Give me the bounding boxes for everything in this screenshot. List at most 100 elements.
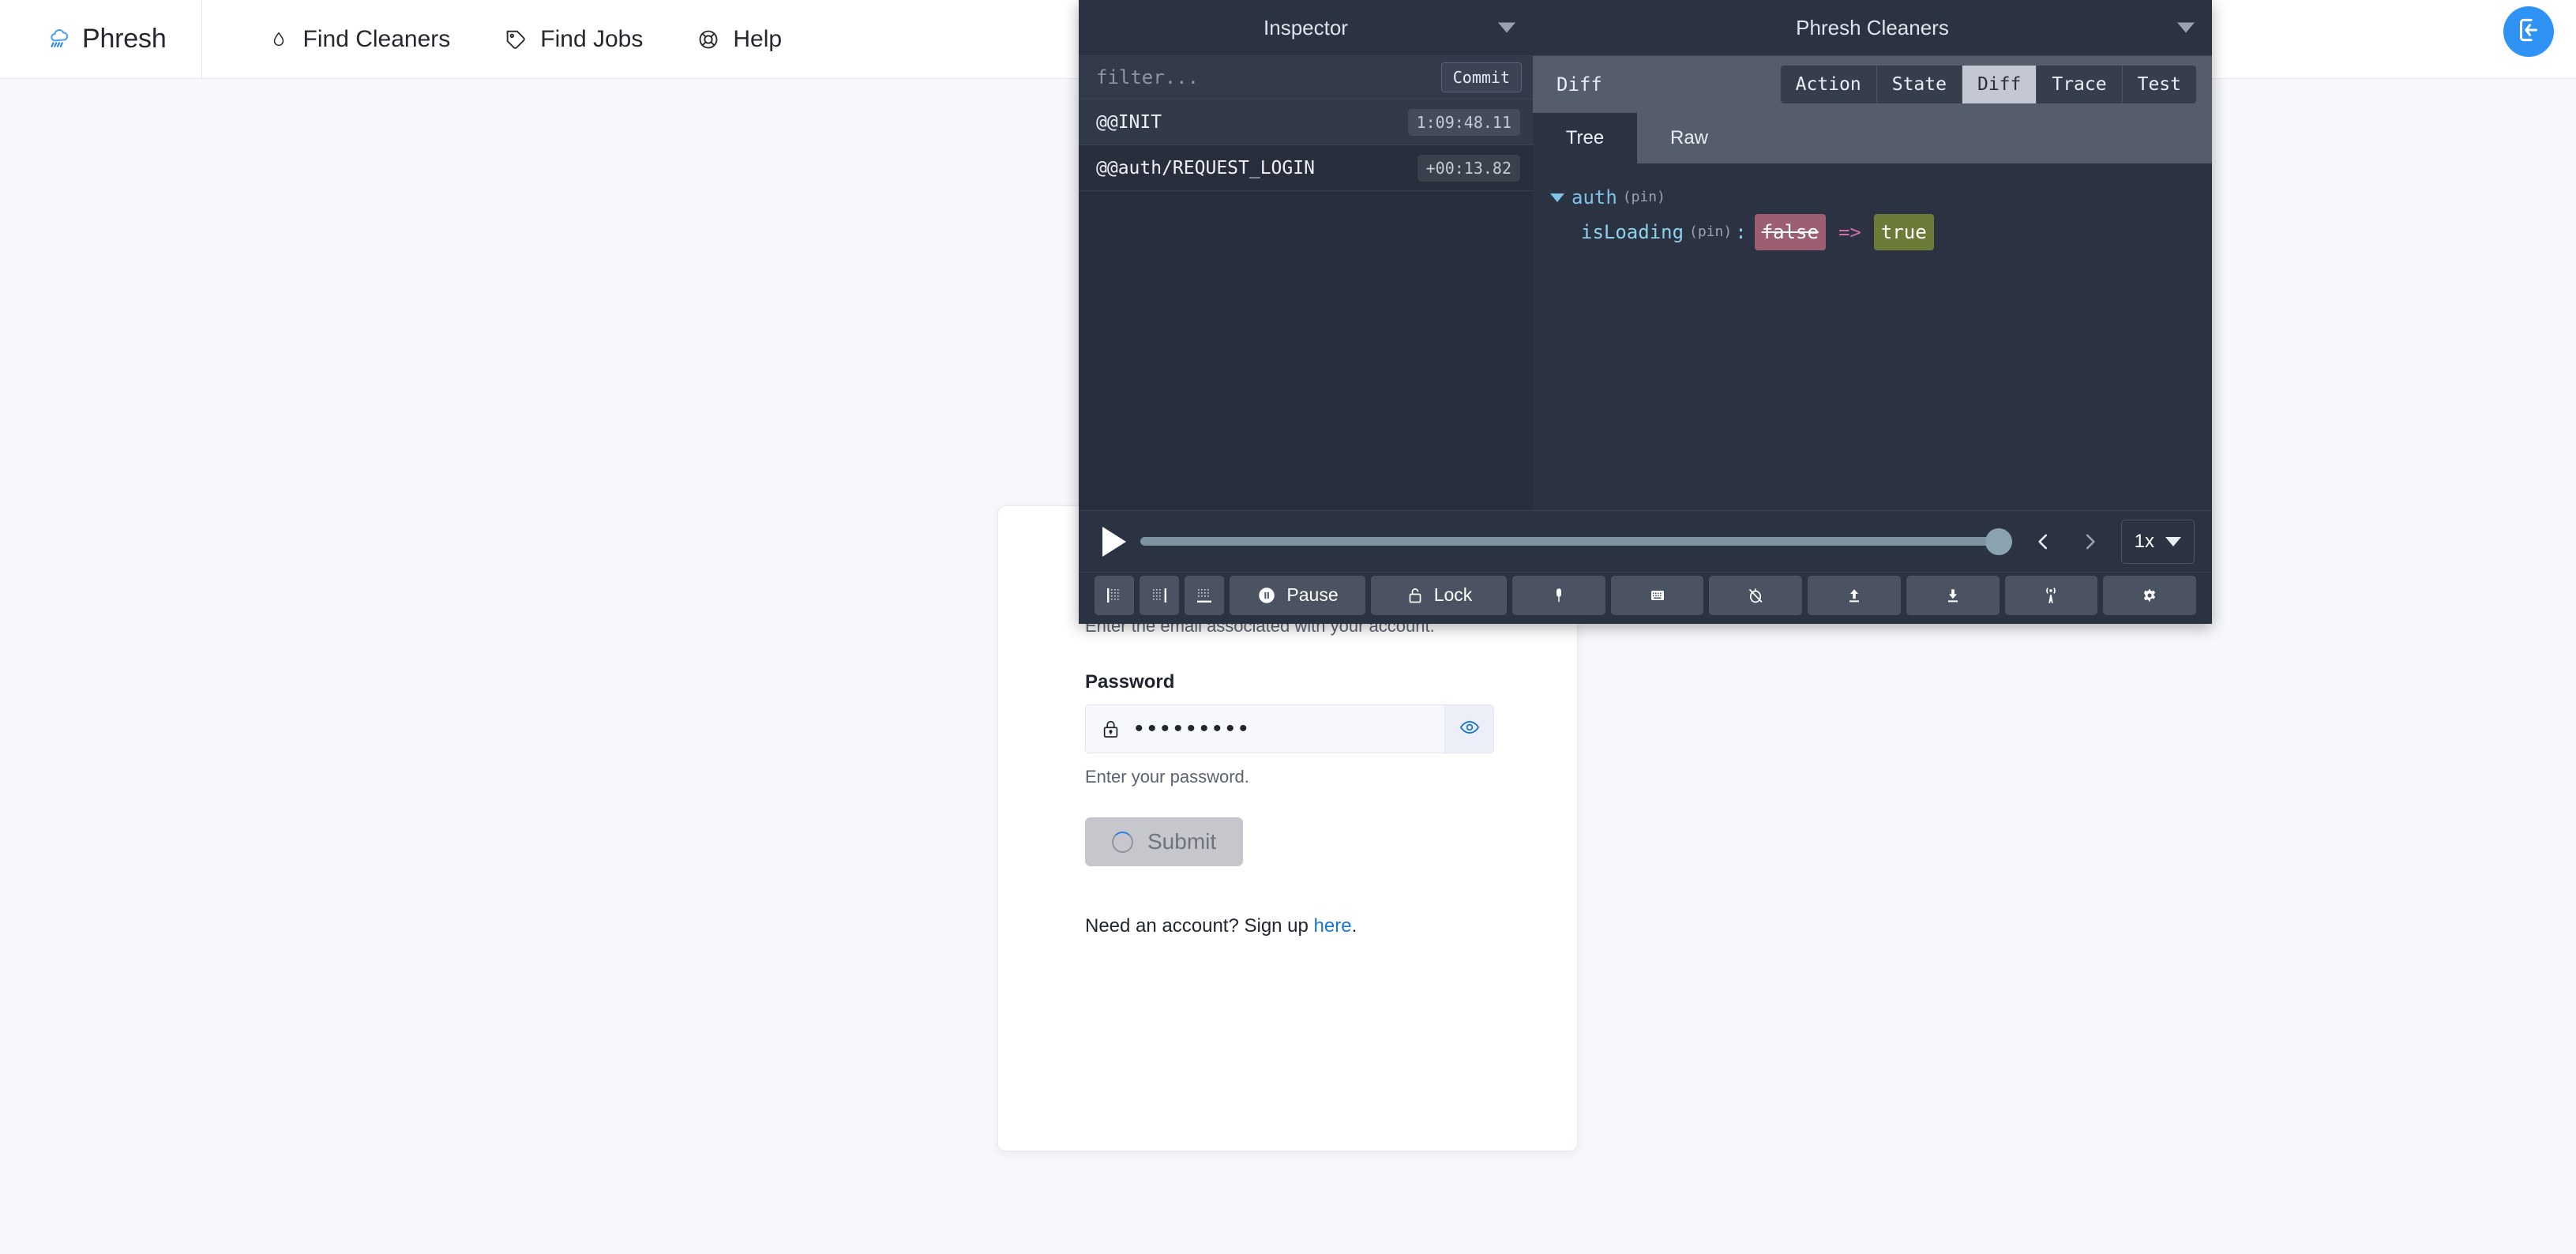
signup-prompt: Need an account? Sign up here. xyxy=(1085,915,1494,937)
subtab-raw[interactable]: Raw xyxy=(1637,113,1741,163)
action-list-panel: Commit @@INIT 1:09:48.11 @@auth/REQUEST_… xyxy=(1079,55,1533,510)
step-back-button[interactable] xyxy=(2026,521,2060,562)
monitor-panel: Diff Action State Diff Trace Test Tree R… xyxy=(1533,55,2212,510)
brand-logo[interactable]: Phresh xyxy=(0,0,202,79)
slider-thumb[interactable] xyxy=(1985,528,2012,555)
remote-button[interactable] xyxy=(2004,575,2098,615)
action-timestamp: 1:09:48.11 xyxy=(1407,108,1520,136)
water-drop-icon xyxy=(267,28,291,51)
tab-test[interactable]: Test xyxy=(2122,66,2196,103)
nav-item-label: Find Jobs xyxy=(540,25,644,52)
playback-speed-value: 1x xyxy=(2134,530,2154,552)
nav-item-find-jobs[interactable]: Find Jobs xyxy=(477,0,670,79)
slowmo-off-button[interactable] xyxy=(1709,575,1803,615)
download-icon xyxy=(1947,588,1958,602)
devtools-toolbar: Pause Lock xyxy=(1079,572,2212,624)
monitor-header: Diff Action State Diff Trace Test xyxy=(1533,56,2212,113)
diff-root-key: auth xyxy=(1572,186,1617,208)
diff-tree: auth (pin) isLoading (pin) : false => tr… xyxy=(1533,163,2212,510)
diff-entry-separator: : xyxy=(1735,221,1747,243)
signup-link[interactable]: here xyxy=(1314,915,1352,937)
timeline-slider[interactable] xyxy=(1140,528,2012,555)
nav-item-help[interactable]: Help xyxy=(670,0,809,79)
collapse-triangle-icon[interactable] xyxy=(1550,193,1564,202)
brand-name: Phresh xyxy=(82,24,167,54)
keyboard-icon xyxy=(1650,590,1664,600)
dock-right-icon xyxy=(1153,588,1166,603)
chevron-down-icon xyxy=(2165,536,2181,546)
diff-arrow: => xyxy=(1838,221,1861,243)
signup-suffix: . xyxy=(1351,915,1357,937)
spinner-icon xyxy=(1112,831,1133,853)
instance-panel-header: Phresh Cleaners xyxy=(1533,0,2212,55)
import-button[interactable] xyxy=(1808,575,1901,615)
diff-old-value: false xyxy=(1754,214,1826,250)
lock-button-label: Lock xyxy=(1433,584,1473,605)
subtab-tree[interactable]: Tree xyxy=(1533,113,1637,163)
slowmo-off-icon xyxy=(1749,588,1763,603)
action-name: @@auth/REQUEST_LOGIN xyxy=(1096,157,1315,178)
lock-icon xyxy=(1086,705,1135,753)
devtools-body: Commit @@INIT 1:09:48.11 @@auth/REQUEST_… xyxy=(1079,55,2212,510)
monitor-tabset: Action State Diff Trace Test xyxy=(1780,66,2196,103)
nav-item-label: Find Cleaners xyxy=(302,25,451,52)
nav-links: Find Cleaners Find Jobs Help xyxy=(202,0,809,79)
pin-button[interactable] xyxy=(1512,575,1605,615)
instance-title: Phresh Cleaners xyxy=(1796,15,1949,39)
pause-icon xyxy=(1259,587,1275,603)
pause-button-label: Pause xyxy=(1286,584,1339,605)
action-name: @@INIT xyxy=(1096,111,1162,133)
instance-dropdown-chevron-down-icon[interactable] xyxy=(2177,22,2195,33)
dock-right-button[interactable] xyxy=(1140,575,1179,615)
step-forward-button[interactable] xyxy=(2074,521,2107,562)
tab-trace[interactable]: Trace xyxy=(2037,66,2123,103)
inspector-dropdown-chevron-down-icon[interactable] xyxy=(1498,22,1515,33)
dock-left-icon xyxy=(1107,588,1119,603)
lifebuoy-icon xyxy=(697,28,720,51)
play-icon[interactable] xyxy=(1102,526,1126,557)
keyboard-button[interactable] xyxy=(1610,575,1704,615)
action-timestamp: +00:13.82 xyxy=(1417,154,1520,182)
pause-button[interactable]: Pause xyxy=(1230,575,1365,615)
filter-row: Commit xyxy=(1079,56,1533,99)
password-input-wrap[interactable]: ••••••••• xyxy=(1085,704,1494,753)
submit-button[interactable]: Submit xyxy=(1085,817,1244,866)
tab-diff[interactable]: Diff xyxy=(1962,66,2037,103)
diff-root-tag: (pin) xyxy=(1622,189,1665,206)
upload-icon xyxy=(1849,588,1860,602)
lock-button[interactable]: Lock xyxy=(1371,575,1507,615)
slider-track xyxy=(1140,537,2012,546)
tab-action[interactable]: Action xyxy=(1780,66,1877,103)
inspector-panel-header: Inspector xyxy=(1079,0,1533,55)
diff-entry-tag: (pin) xyxy=(1689,223,1733,241)
dock-bottom-button[interactable] xyxy=(1185,575,1224,615)
action-list-item-init[interactable]: @@INIT 1:09:48.11 xyxy=(1079,99,1533,145)
dock-left-button[interactable] xyxy=(1095,575,1134,615)
signup-prefix: Need an account? Sign up xyxy=(1085,915,1314,937)
filter-input[interactable] xyxy=(1096,66,1441,88)
broadcast-icon xyxy=(2046,587,2056,603)
password-field[interactable]: ••••••••• xyxy=(1135,715,1444,742)
chevron-left-icon xyxy=(2038,534,2047,549)
login-arrow-icon xyxy=(2514,15,2544,49)
player-controls: 1x xyxy=(1079,510,2212,572)
nav-item-find-cleaners[interactable]: Find Cleaners xyxy=(240,0,478,79)
diff-tree-entry-row: isLoading (pin) : false => true xyxy=(1550,214,2212,250)
settings-button[interactable] xyxy=(2103,575,2197,615)
commit-button[interactable]: Commit xyxy=(1440,62,1522,92)
inspector-title: Inspector xyxy=(1264,15,1348,39)
rain-cloud-icon xyxy=(47,28,71,51)
tab-state[interactable]: State xyxy=(1876,66,1962,103)
pin-icon xyxy=(1556,588,1561,602)
eye-icon xyxy=(1457,717,1482,742)
toggle-password-visibility-button[interactable] xyxy=(1444,705,1493,753)
playback-speed-select[interactable]: 1x xyxy=(2120,519,2195,564)
password-label: Password xyxy=(1085,671,1175,693)
nav-item-label: Help xyxy=(733,25,783,52)
action-list-item-request-login[interactable]: @@auth/REQUEST_LOGIN +00:13.82 xyxy=(1079,145,1533,191)
export-button[interactable] xyxy=(1906,575,2000,615)
login-button[interactable] xyxy=(2503,6,2554,57)
lock-icon xyxy=(1409,588,1421,603)
diff-tree-root-row[interactable]: auth (pin) xyxy=(1550,181,2212,214)
monitor-subtabs: Tree Raw xyxy=(1533,113,2212,163)
